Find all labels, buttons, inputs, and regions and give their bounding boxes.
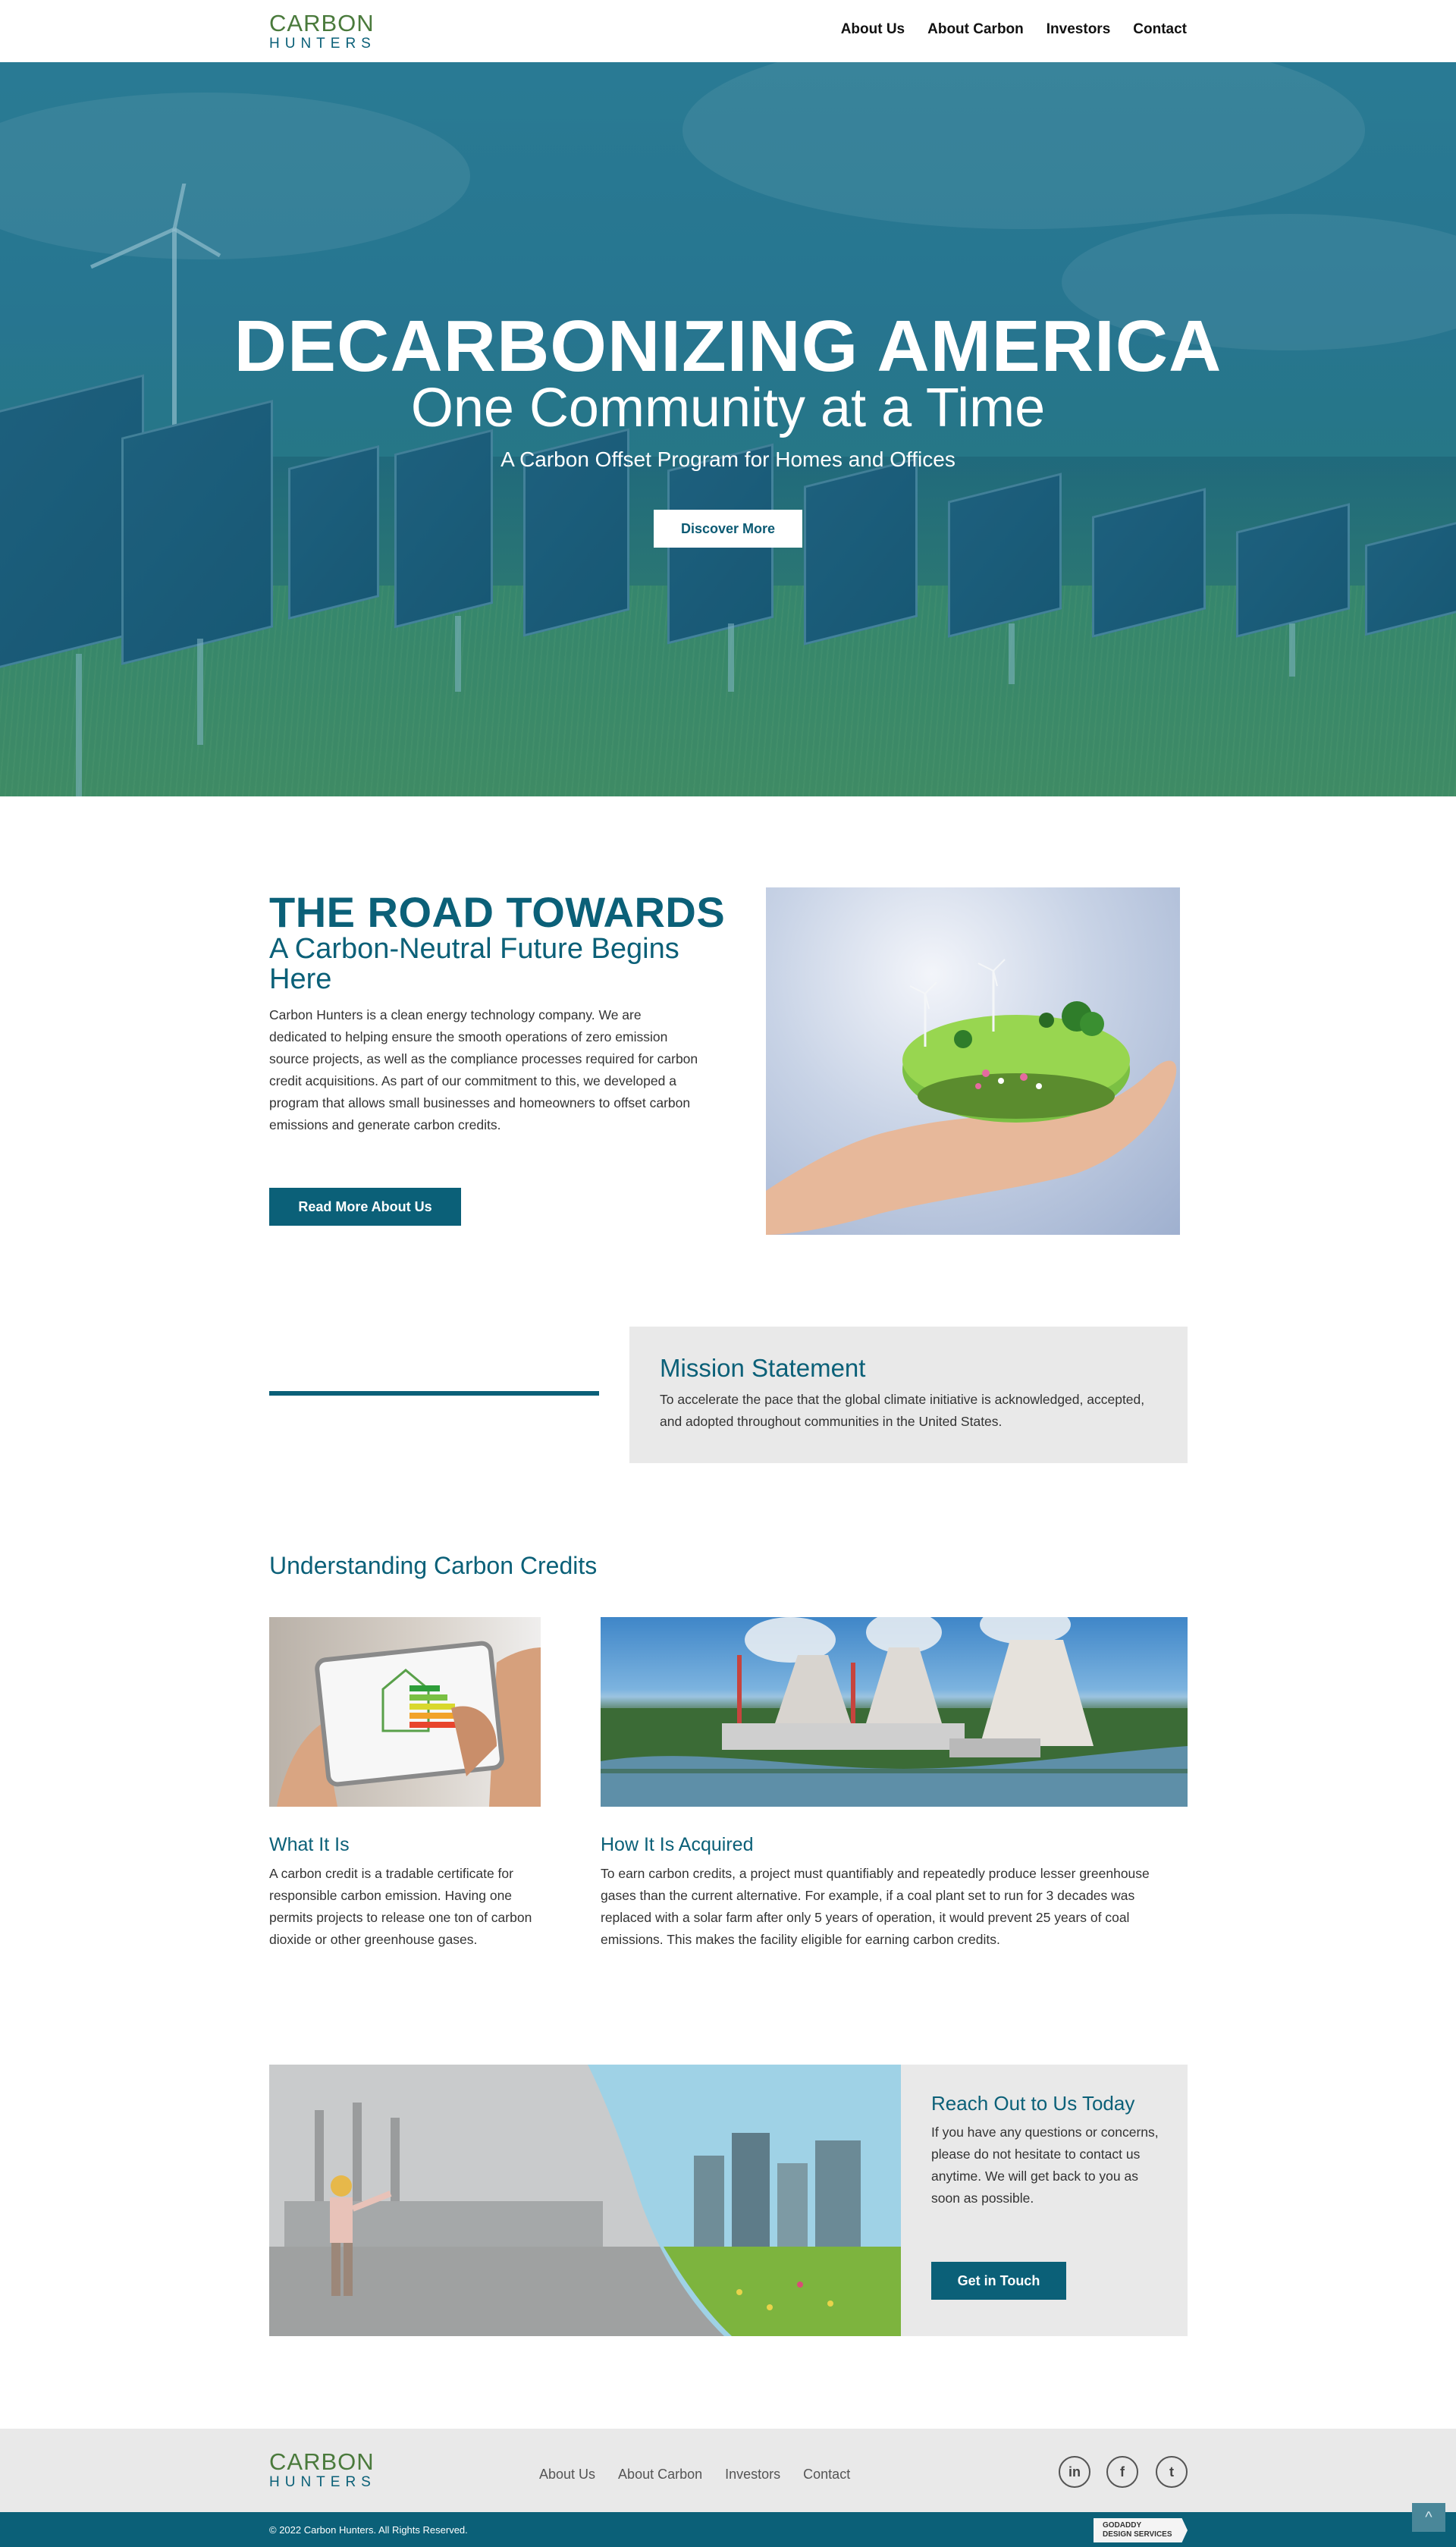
site-footer: CARBON HUNTERS About Us About Carbon Inv… [0, 2429, 1456, 2512]
credits-title: Understanding Carbon Credits [269, 1552, 598, 1579]
footer-nav: About Us About Carbon Investors Contact [539, 2467, 850, 2483]
godaddy-badge-line-1: GODADDY [1103, 2521, 1142, 2530]
what-it-is-body: A carbon credit is a tradable certificat… [269, 1866, 532, 1947]
discover-more-button[interactable]: Discover More [654, 510, 802, 548]
how-acquired-body: To earn carbon credits, a project must q… [601, 1866, 1150, 1947]
linkedin-icon[interactable]: in [1059, 2456, 1090, 2488]
road-body: Carbon Hunters is a clean energy technol… [269, 1007, 698, 1132]
nav-about-carbon[interactable]: About Carbon [927, 21, 1024, 38]
mission-statement-box: Mission Statement To accelerate the pace… [629, 1327, 1188, 1463]
site-header: CARBON HUNTERS About Us About Carbon Inv… [0, 0, 1456, 62]
nav-investors[interactable]: Investors [1046, 21, 1110, 38]
hero-section: DECARBONIZING AMERICA One Community at a… [0, 62, 1456, 796]
cooling-towers-image [601, 1617, 1188, 1807]
reach-out-title: Reach Out to Us Today [931, 2092, 1135, 2115]
pulling-back-pollution-image [269, 2065, 901, 2336]
brand-line-2: HUNTERS [269, 36, 376, 52]
main-nav: About Us About Carbon Investors Contact [841, 21, 1187, 38]
brand-logo[interactable]: CARBON HUNTERS [269, 11, 376, 51]
reach-out-body: If you have any questions or concerns, p… [931, 2125, 1159, 2206]
nav-contact[interactable]: Contact [1133, 21, 1187, 38]
how-acquired-title: How It Is Acquired [601, 1834, 754, 1855]
contact-cta-box: Reach Out to Us Today If you have any qu… [269, 2065, 1188, 2336]
footer-nav-investors[interactable]: Investors [725, 2467, 780, 2483]
footer-brand-logo[interactable]: CARBON HUNTERS [269, 2450, 376, 2489]
twitter-icon[interactable]: t [1156, 2456, 1188, 2488]
footer-brand-line-1: CARBON [269, 2448, 375, 2475]
road-title: THE ROAD TOWARDS [269, 888, 726, 936]
road-subtitle: A Carbon-Neutral Future Begins Here [269, 933, 679, 995]
hero-tagline: A Carbon Offset Program for Homes and Of… [500, 448, 956, 471]
get-in-touch-button[interactable]: Get in Touch [931, 2262, 1066, 2300]
hand-holding-earth-image [766, 887, 1180, 1235]
scroll-to-top-button[interactable]: ^ [1412, 2503, 1445, 2532]
facebook-icon[interactable]: f [1106, 2456, 1138, 2488]
godaddy-badge[interactable]: GODADDY DESIGN SERVICES [1094, 2518, 1188, 2542]
hero-subtitle: One Community at a Time [410, 378, 1046, 438]
energy-rating-tablet-image [269, 1617, 541, 1807]
mission-title: Mission Statement [660, 1354, 866, 1382]
copyright-text: © 2022 Carbon Hunters. All Rights Reserv… [269, 2524, 468, 2536]
footer-brand-line-2: HUNTERS [269, 2474, 376, 2490]
godaddy-badge-line-2: DESIGN SERVICES [1103, 2530, 1172, 2539]
mission-divider [269, 1391, 599, 1396]
brand-line-1: CARBON [269, 10, 375, 36]
mission-body: To accelerate the pace that the global c… [660, 1392, 1145, 1429]
footer-nav-about-carbon[interactable]: About Carbon [618, 2467, 702, 2483]
hero-title: DECARBONIZING AMERICA [234, 306, 1222, 387]
read-more-about-us-button[interactable]: Read More About Us [269, 1188, 461, 1226]
what-it-is-title: What It Is [269, 1834, 350, 1855]
footer-bottom-bar: © 2022 Carbon Hunters. All Rights Reserv… [0, 2512, 1456, 2547]
footer-nav-about-us[interactable]: About Us [539, 2467, 595, 2483]
nav-about-us[interactable]: About Us [841, 21, 905, 38]
footer-nav-contact[interactable]: Contact [803, 2467, 850, 2483]
